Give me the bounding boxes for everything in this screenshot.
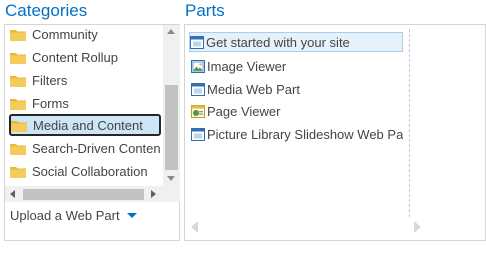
part-label: Image Viewer	[207, 58, 287, 74]
part-label: Get started with your site	[206, 34, 350, 50]
webpart-icon	[191, 127, 205, 141]
folder-icon	[11, 119, 27, 132]
categories-list: Community Content Rollup Filters Forms M…	[5, 25, 163, 186]
category-item-media-and-content[interactable]: Media and Content	[9, 114, 161, 136]
chevron-down-icon[interactable]	[126, 213, 137, 218]
category-label: Search-Driven Content	[32, 140, 160, 156]
page-viewer-icon	[191, 104, 205, 118]
scroll-up-icon[interactable]	[167, 29, 175, 34]
category-item-forms[interactable]: Forms	[10, 92, 160, 114]
folder-icon	[10, 51, 26, 64]
horizontal-scroll-thumb[interactable]	[23, 189, 144, 200]
scrollbar-corner	[163, 186, 180, 202]
category-label: Community	[32, 26, 98, 42]
scroll-left-icon[interactable]	[10, 190, 15, 198]
category-item-content-rollup[interactable]: Content Rollup	[10, 46, 160, 68]
category-label: Social Collaboration	[32, 163, 148, 179]
upload-web-part-label: Upload a Web Part	[10, 208, 120, 223]
part-label: Media Web Part	[207, 81, 300, 97]
previous-arrow-icon[interactable]	[191, 221, 198, 233]
next-arrow-icon[interactable]	[414, 221, 421, 233]
vertical-scroll-thumb[interactable]	[165, 85, 178, 170]
folder-icon	[10, 165, 26, 178]
scroll-right-icon[interactable]	[151, 190, 156, 198]
folder-icon	[10, 74, 26, 87]
category-label: Filters	[32, 72, 68, 88]
category-item-social-collaboration[interactable]: Social Collaboration	[10, 160, 160, 182]
categories-horizontal-scrollbar[interactable]	[5, 186, 163, 202]
parts-heading: Parts	[185, 1, 225, 20]
category-item-community[interactable]: Community	[10, 25, 160, 45]
part-item-picture-library-slideshow[interactable]: Picture Library Slideshow Web Part	[191, 124, 403, 144]
part-label: Picture Library Slideshow Web Part	[207, 126, 403, 142]
part-item-page-viewer[interactable]: Page Viewer	[191, 101, 403, 121]
category-item-filters[interactable]: Filters	[10, 69, 160, 91]
part-label: Page Viewer	[207, 103, 281, 119]
webpart-icon	[190, 35, 204, 49]
folder-icon	[10, 142, 26, 155]
folder-icon	[10, 97, 26, 110]
part-item-image-viewer[interactable]: Image Viewer	[191, 56, 403, 76]
category-label: Forms	[32, 95, 69, 111]
category-label: Content Rollup	[32, 49, 118, 65]
category-label: Media and Content	[33, 117, 143, 133]
categories-panel: Community Content Rollup Filters Forms M…	[4, 24, 180, 241]
parts-panel: Get started with your site Image Viewer …	[184, 24, 486, 241]
categories-vertical-scrollbar[interactable]	[163, 25, 180, 186]
part-item-media-web-part[interactable]: Media Web Part	[191, 79, 403, 99]
folder-icon	[10, 28, 26, 41]
webpart-icon	[191, 82, 205, 96]
upload-web-part-link[interactable]: Upload a Web Part	[10, 208, 137, 223]
scroll-down-icon[interactable]	[167, 176, 175, 181]
parts-divider	[409, 29, 410, 217]
image-viewer-icon	[191, 59, 205, 73]
categories-heading: Categories	[5, 1, 88, 20]
part-item-get-started[interactable]: Get started with your site	[189, 32, 403, 52]
category-item-search-driven-content[interactable]: Search-Driven Content	[10, 137, 160, 159]
